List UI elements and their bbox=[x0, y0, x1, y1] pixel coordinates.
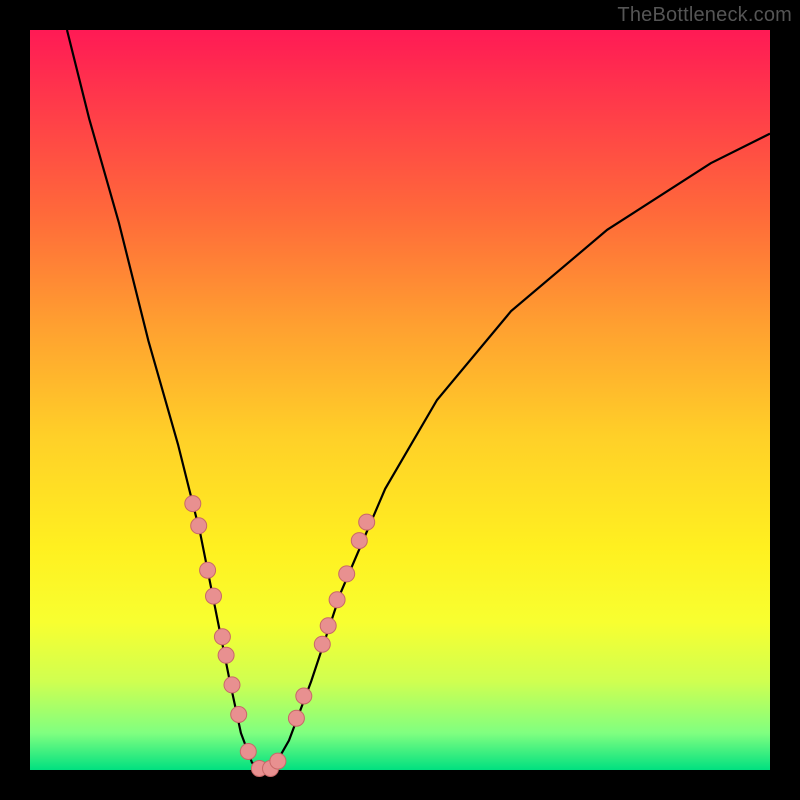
data-point bbox=[320, 618, 336, 634]
data-point bbox=[314, 636, 330, 652]
watermark-text: TheBottleneck.com bbox=[617, 4, 792, 27]
data-points-group bbox=[185, 496, 375, 777]
chart-svg bbox=[30, 30, 770, 770]
data-point bbox=[359, 514, 375, 530]
chart-container: TheBottleneck.com bbox=[0, 0, 800, 800]
data-point bbox=[231, 707, 247, 723]
data-point bbox=[185, 496, 201, 512]
data-point bbox=[270, 753, 286, 769]
data-point bbox=[339, 566, 355, 582]
data-point bbox=[214, 629, 230, 645]
data-point bbox=[206, 588, 222, 604]
data-point bbox=[218, 647, 234, 663]
data-point bbox=[288, 710, 304, 726]
data-point bbox=[200, 562, 216, 578]
data-point bbox=[224, 677, 240, 693]
bottleneck-curve bbox=[67, 30, 770, 770]
data-point bbox=[240, 744, 256, 760]
data-point bbox=[351, 533, 367, 549]
data-point bbox=[329, 592, 345, 608]
data-point bbox=[296, 688, 312, 704]
data-point bbox=[191, 518, 207, 534]
plot-area bbox=[30, 30, 770, 770]
